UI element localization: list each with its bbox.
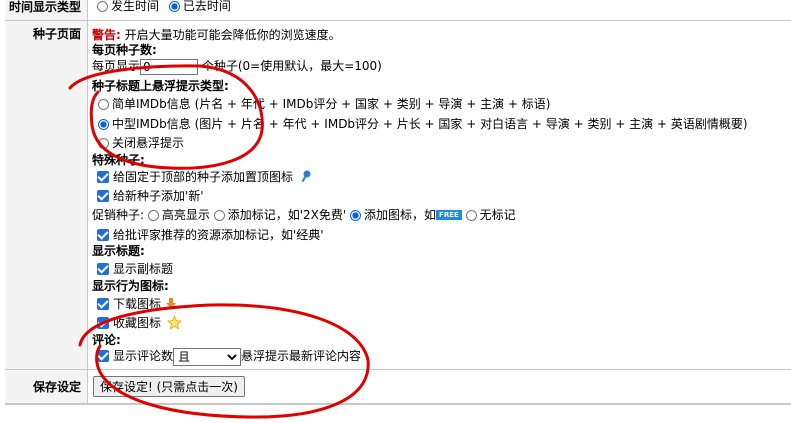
radio-label: 高亮显示 bbox=[161, 208, 210, 222]
radio-circle[interactable] bbox=[98, 138, 109, 149]
hover-type-heading: 种子标题上悬浮提示类型: bbox=[92, 79, 229, 93]
checkbox[interactable] bbox=[97, 263, 109, 275]
save-row-label: 保存设定 bbox=[32, 380, 81, 394]
checkbox[interactable] bbox=[97, 317, 109, 329]
subtitle-label: 显示副标题 bbox=[113, 262, 174, 276]
save-settings-button[interactable]: 保存设定! (只需点击一次) bbox=[93, 376, 245, 397]
torrent-row-label: 种子页面 bbox=[32, 27, 81, 41]
hover-option-label: 简单IMDb信息 (片名 + 年代 + IMDb评分 + 国家 + 类别 + 导… bbox=[112, 97, 551, 111]
free-badge: FREE bbox=[436, 210, 462, 220]
warning-text: 开启大量功能可能会降低你的浏览速度。 bbox=[124, 28, 341, 42]
radio-circle[interactable] bbox=[98, 119, 109, 130]
promo-row: 促销种子: 高亮显示 添加标记，如'2X免费' 添加图标，如 FREE 无标记 bbox=[92, 206, 516, 223]
hover-option-off[interactable]: 关闭悬浮提示 bbox=[98, 134, 184, 151]
download-arrow-icon bbox=[165, 297, 177, 312]
radio-circle[interactable] bbox=[98, 99, 109, 110]
hover-option-simple[interactable]: 简单IMDb信息 (片名 + 年代 + IMDb评分 + 国家 + 类别 + 导… bbox=[98, 95, 550, 112]
radio-label: 无标记 bbox=[479, 208, 516, 222]
checkbox[interactable] bbox=[97, 298, 109, 310]
special-torrent-heading: 特殊种子: bbox=[92, 153, 145, 167]
row-divider bbox=[5, 20, 791, 21]
warning-prefix: 警告: bbox=[92, 28, 121, 42]
promo-option-mark[interactable]: 添加标记，如'2X免费' bbox=[213, 208, 347, 222]
comment-show-checkbox[interactable]: 显示评论数 bbox=[97, 349, 173, 363]
radio-occur-time[interactable]: 发生时间 bbox=[97, 0, 159, 13]
comment-row: 显示评论数且悬浮提示最新评论内容 bbox=[97, 347, 361, 366]
bookmark-icon-label: 收藏图标 bbox=[113, 316, 162, 330]
per-page-heading: 每页种子数: bbox=[92, 43, 157, 57]
radio-circle[interactable] bbox=[147, 210, 159, 221]
per-page-input[interactable] bbox=[140, 58, 199, 75]
new-tag-label: 给新种子添加'新' bbox=[113, 189, 204, 203]
time-row-label: 时间显示类型 bbox=[8, 0, 81, 14]
promo-option-highlight[interactable]: 高亮显示 bbox=[147, 208, 210, 222]
checkbox[interactable] bbox=[97, 190, 109, 202]
hover-option-label: 关闭悬浮提示 bbox=[112, 136, 185, 150]
comment-show-label: 显示评论数 bbox=[113, 349, 174, 363]
radio-circle[interactable] bbox=[350, 210, 362, 221]
promo-prefix: 促销种子: bbox=[92, 208, 145, 222]
pin-icon-checkbox-row[interactable]: 给固定于顶部的种子添加置顶图标 bbox=[97, 168, 312, 186]
comment-mode-select[interactable]: 且 bbox=[173, 347, 242, 366]
per-page-prefix: 每页显示 bbox=[92, 59, 141, 73]
save-button-wrap: 保存设定! (只需点击一次) bbox=[93, 376, 245, 397]
checkbox[interactable] bbox=[97, 171, 109, 183]
radio-label: 发生时间 bbox=[111, 0, 160, 13]
checkbox[interactable] bbox=[97, 229, 109, 241]
pin-icon bbox=[300, 169, 312, 186]
recommend-label: 给批评家推荐的资源添加标记，如'经典' bbox=[113, 228, 324, 242]
promo-option-none[interactable]: 无标记 bbox=[465, 208, 516, 222]
radio-circle[interactable] bbox=[97, 1, 108, 12]
radio-label: 添加图标，如 bbox=[364, 208, 437, 222]
download-icon-label: 下载图标 bbox=[113, 297, 162, 311]
label-cell-save: 保存设定 bbox=[5, 370, 88, 404]
radio-circle[interactable] bbox=[168, 1, 180, 12]
radio-circle[interactable] bbox=[465, 210, 477, 221]
subtitle-checkbox-row[interactable]: 显示副标题 bbox=[97, 260, 173, 277]
checkbox[interactable] bbox=[97, 350, 109, 362]
display-title-heading: 显示标题: bbox=[92, 244, 145, 258]
label-cell-torrent: 种子页面 bbox=[5, 21, 88, 369]
hover-option-label: 中型IMDb信息 (图片 + 片名 + 年代 + IMDb评分 + 片长 + 国… bbox=[112, 117, 748, 131]
action-icons-heading: 显示行为图标: bbox=[92, 279, 169, 293]
star-icon bbox=[166, 315, 182, 333]
per-page-row: 每页显示 个种子(0=使用默认，最大=100) bbox=[92, 57, 382, 75]
radio-elapsed-time[interactable]: 已去时间 bbox=[168, 0, 231, 13]
pin-icon-label: 给固定于顶部的种子添加置顶图标 bbox=[113, 170, 294, 184]
row-divider bbox=[5, 369, 791, 370]
download-icon-checkbox-row[interactable]: 下载图标 bbox=[97, 295, 177, 312]
radio-label: 已去时间 bbox=[182, 0, 231, 13]
hover-option-medium[interactable]: 中型IMDb信息 (图片 + 片名 + 年代 + IMDb评分 + 片长 + 国… bbox=[98, 115, 748, 132]
radio-circle[interactable] bbox=[213, 210, 225, 221]
row-divider bbox=[5, 403, 791, 404]
new-tag-checkbox-row[interactable]: 给新种子添加'新' bbox=[97, 187, 204, 204]
recommend-checkbox-row[interactable]: 给批评家推荐的资源添加标记，如'经典' bbox=[97, 226, 324, 243]
comment-heading: 评论: bbox=[92, 333, 121, 347]
label-cell-time: 时间显示类型 bbox=[5, 0, 88, 20]
comment-suffix: 悬浮提示最新评论内容 bbox=[241, 349, 362, 363]
time-type-options: 发生时间 已去时间 bbox=[97, 0, 231, 14]
radio-label: 添加标记，如'2X免费' bbox=[227, 208, 347, 222]
per-page-suffix: 个种子(0=使用默认，最大=100) bbox=[201, 59, 382, 73]
promo-option-icon[interactable]: 添加图标，如 bbox=[350, 208, 436, 222]
